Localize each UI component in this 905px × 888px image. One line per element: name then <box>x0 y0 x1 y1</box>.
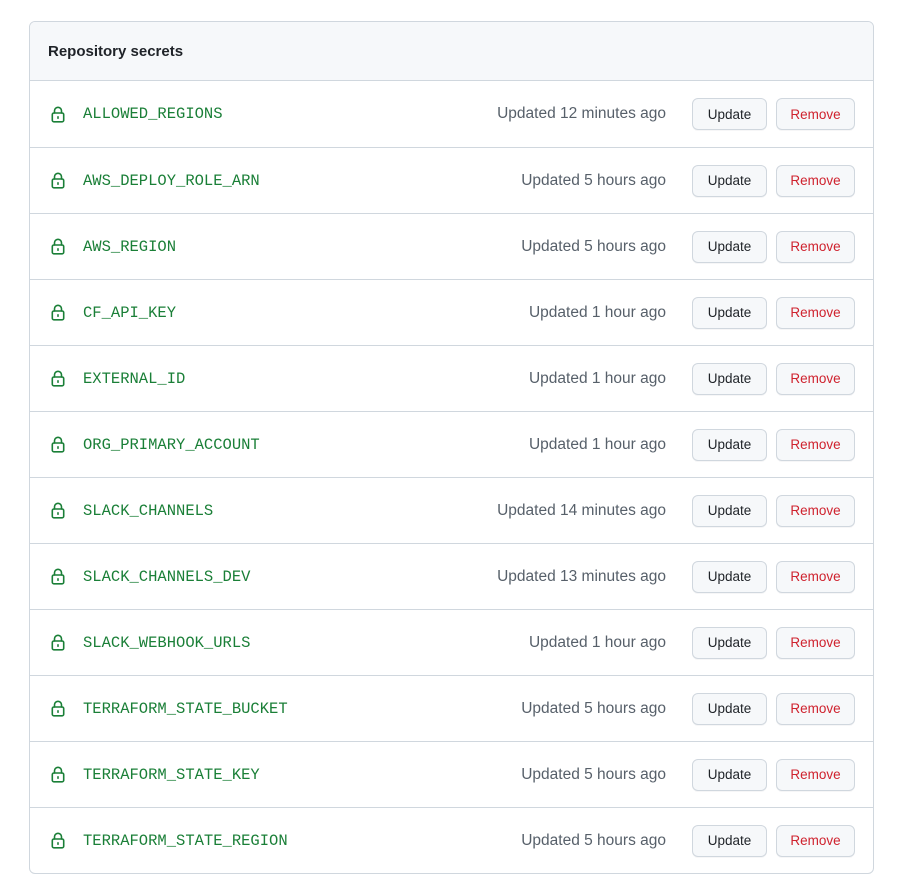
lock-icon <box>50 436 66 454</box>
secret-updated-time: Updated 1 hour ago <box>528 369 666 387</box>
secret-name: TERRAFORM_STATE_KEY <box>83 765 260 784</box>
secret-name: CF_API_KEY <box>83 303 177 322</box>
lock-icon <box>50 502 66 520</box>
update-secret-button[interactable]: Update <box>692 824 767 857</box>
update-secret-button[interactable]: Update <box>692 692 767 725</box>
remove-secret-button[interactable]: Remove <box>776 494 855 527</box>
remove-secret-button[interactable]: Remove <box>776 824 855 857</box>
secret-name: SLACK_WEBHOOK_URLS <box>83 633 251 652</box>
secret-row-terraform-state-bucket: TERRAFORM_STATE_BUCKET Updated 5 hours a… <box>30 675 873 741</box>
secret-updated-time: Updated 12 minutes ago <box>497 105 666 122</box>
repository-secrets-panel: Repository secrets ALLOWED_REGIONS Updat… <box>29 21 874 874</box>
secret-name: AWS_DEPLOY_ROLE_ARN <box>83 171 260 190</box>
remove-secret-button[interactable]: Remove <box>776 428 855 461</box>
secret-name: AWS_REGION <box>83 237 177 256</box>
secret-name: SLACK_CHANNELS_DEV <box>83 567 251 586</box>
remove-secret-button[interactable]: Remove <box>776 230 855 263</box>
secret-updated-time: Updated 1 hour ago <box>528 435 666 453</box>
lock-icon <box>50 700 66 718</box>
secret-updated-time: Updated 14 minutes ago <box>497 501 666 519</box>
update-secret-button[interactable]: Update <box>692 560 767 593</box>
lock-icon <box>50 105 66 123</box>
update-secret-button[interactable]: Update <box>692 164 767 197</box>
panel-title: Repository secrets <box>48 42 184 60</box>
remove-secret-button[interactable]: Remove <box>776 362 855 395</box>
update-secret-button[interactable]: Update <box>692 98 767 130</box>
secret-name: TERRAFORM_STATE_BUCKET <box>83 699 288 718</box>
secret-row-external-id: EXTERNAL_ID Updated 1 hour ago Update Re… <box>30 345 873 411</box>
secret-name: ALLOWED_REGIONS <box>83 105 223 123</box>
secret-row-slack-channels-dev: SLACK_CHANNELS_DEV Updated 13 minutes ag… <box>30 543 873 609</box>
remove-secret-button[interactable]: Remove <box>776 758 855 791</box>
update-secret-button[interactable]: Update <box>692 494 767 527</box>
secret-updated-time: Updated 1 hour ago <box>528 633 666 651</box>
secret-name: TERRAFORM_STATE_REGION <box>83 831 288 850</box>
secret-updated-time: Updated 5 hours ago <box>521 831 666 849</box>
remove-secret-button[interactable]: Remove <box>776 560 855 593</box>
lock-icon <box>50 766 66 784</box>
remove-secret-button[interactable]: Remove <box>776 98 855 130</box>
lock-icon <box>50 568 66 586</box>
secret-updated-time: Updated 5 hours ago <box>521 765 666 783</box>
update-secret-button[interactable]: Update <box>692 362 767 395</box>
secret-name: ORG_PRIMARY_ACCOUNT <box>83 435 260 454</box>
update-secret-button[interactable]: Update <box>692 230 767 263</box>
secret-updated-time: Updated 5 hours ago <box>521 699 666 717</box>
secret-updated-time: Updated 13 minutes ago <box>497 567 666 585</box>
lock-icon <box>50 634 66 652</box>
secret-row-terraform-state-region: TERRAFORM_STATE_REGION Updated 5 hours a… <box>30 807 873 873</box>
remove-secret-button[interactable]: Remove <box>776 626 855 659</box>
secret-updated-time: Updated 1 hour ago <box>528 303 666 321</box>
secret-row-org-primary-account: ORG_PRIMARY_ACCOUNT Updated 1 hour ago U… <box>30 411 873 477</box>
panel-header: Repository secrets <box>30 22 873 81</box>
update-secret-button[interactable]: Update <box>692 758 767 791</box>
secret-updated-time: Updated 5 hours ago <box>521 237 666 255</box>
secret-row-aws-deploy-role-arn: AWS_DEPLOY_ROLE_ARN Updated 5 hours ago … <box>30 147 873 213</box>
remove-secret-button[interactable]: Remove <box>776 164 855 197</box>
update-secret-button[interactable]: Update <box>692 626 767 659</box>
lock-icon <box>50 172 66 190</box>
update-secret-button[interactable]: Update <box>692 296 767 329</box>
lock-icon <box>50 304 66 322</box>
secret-updated-time: Updated 5 hours ago <box>521 171 666 189</box>
secret-name: EXTERNAL_ID <box>83 369 186 388</box>
remove-secret-button[interactable]: Remove <box>776 296 855 329</box>
remove-secret-button[interactable]: Remove <box>776 692 855 725</box>
secret-row-cf-api-key: CF_API_KEY Updated 1 hour ago Update Rem… <box>30 279 873 345</box>
lock-icon <box>50 832 66 850</box>
lock-icon <box>50 370 66 388</box>
update-secret-button[interactable]: Update <box>692 428 767 461</box>
secret-name: SLACK_CHANNELS <box>83 501 214 520</box>
secrets-list: ALLOWED_REGIONS Updated 12 minutes ago U… <box>30 81 873 873</box>
secret-row-aws-region: AWS_REGION Updated 5 hours ago Update Re… <box>30 213 873 279</box>
lock-icon <box>50 238 66 256</box>
secret-row-slack-webhook-urls: SLACK_WEBHOOK_URLS Updated 1 hour ago Up… <box>30 609 873 675</box>
secret-row-terraform-state-key: TERRAFORM_STATE_KEY Updated 5 hours ago … <box>30 741 873 807</box>
secret-row-slack-channels: SLACK_CHANNELS Updated 14 minutes ago Up… <box>30 477 873 543</box>
secret-row-allowed-regions: ALLOWED_REGIONS Updated 12 minutes ago U… <box>30 81 873 147</box>
